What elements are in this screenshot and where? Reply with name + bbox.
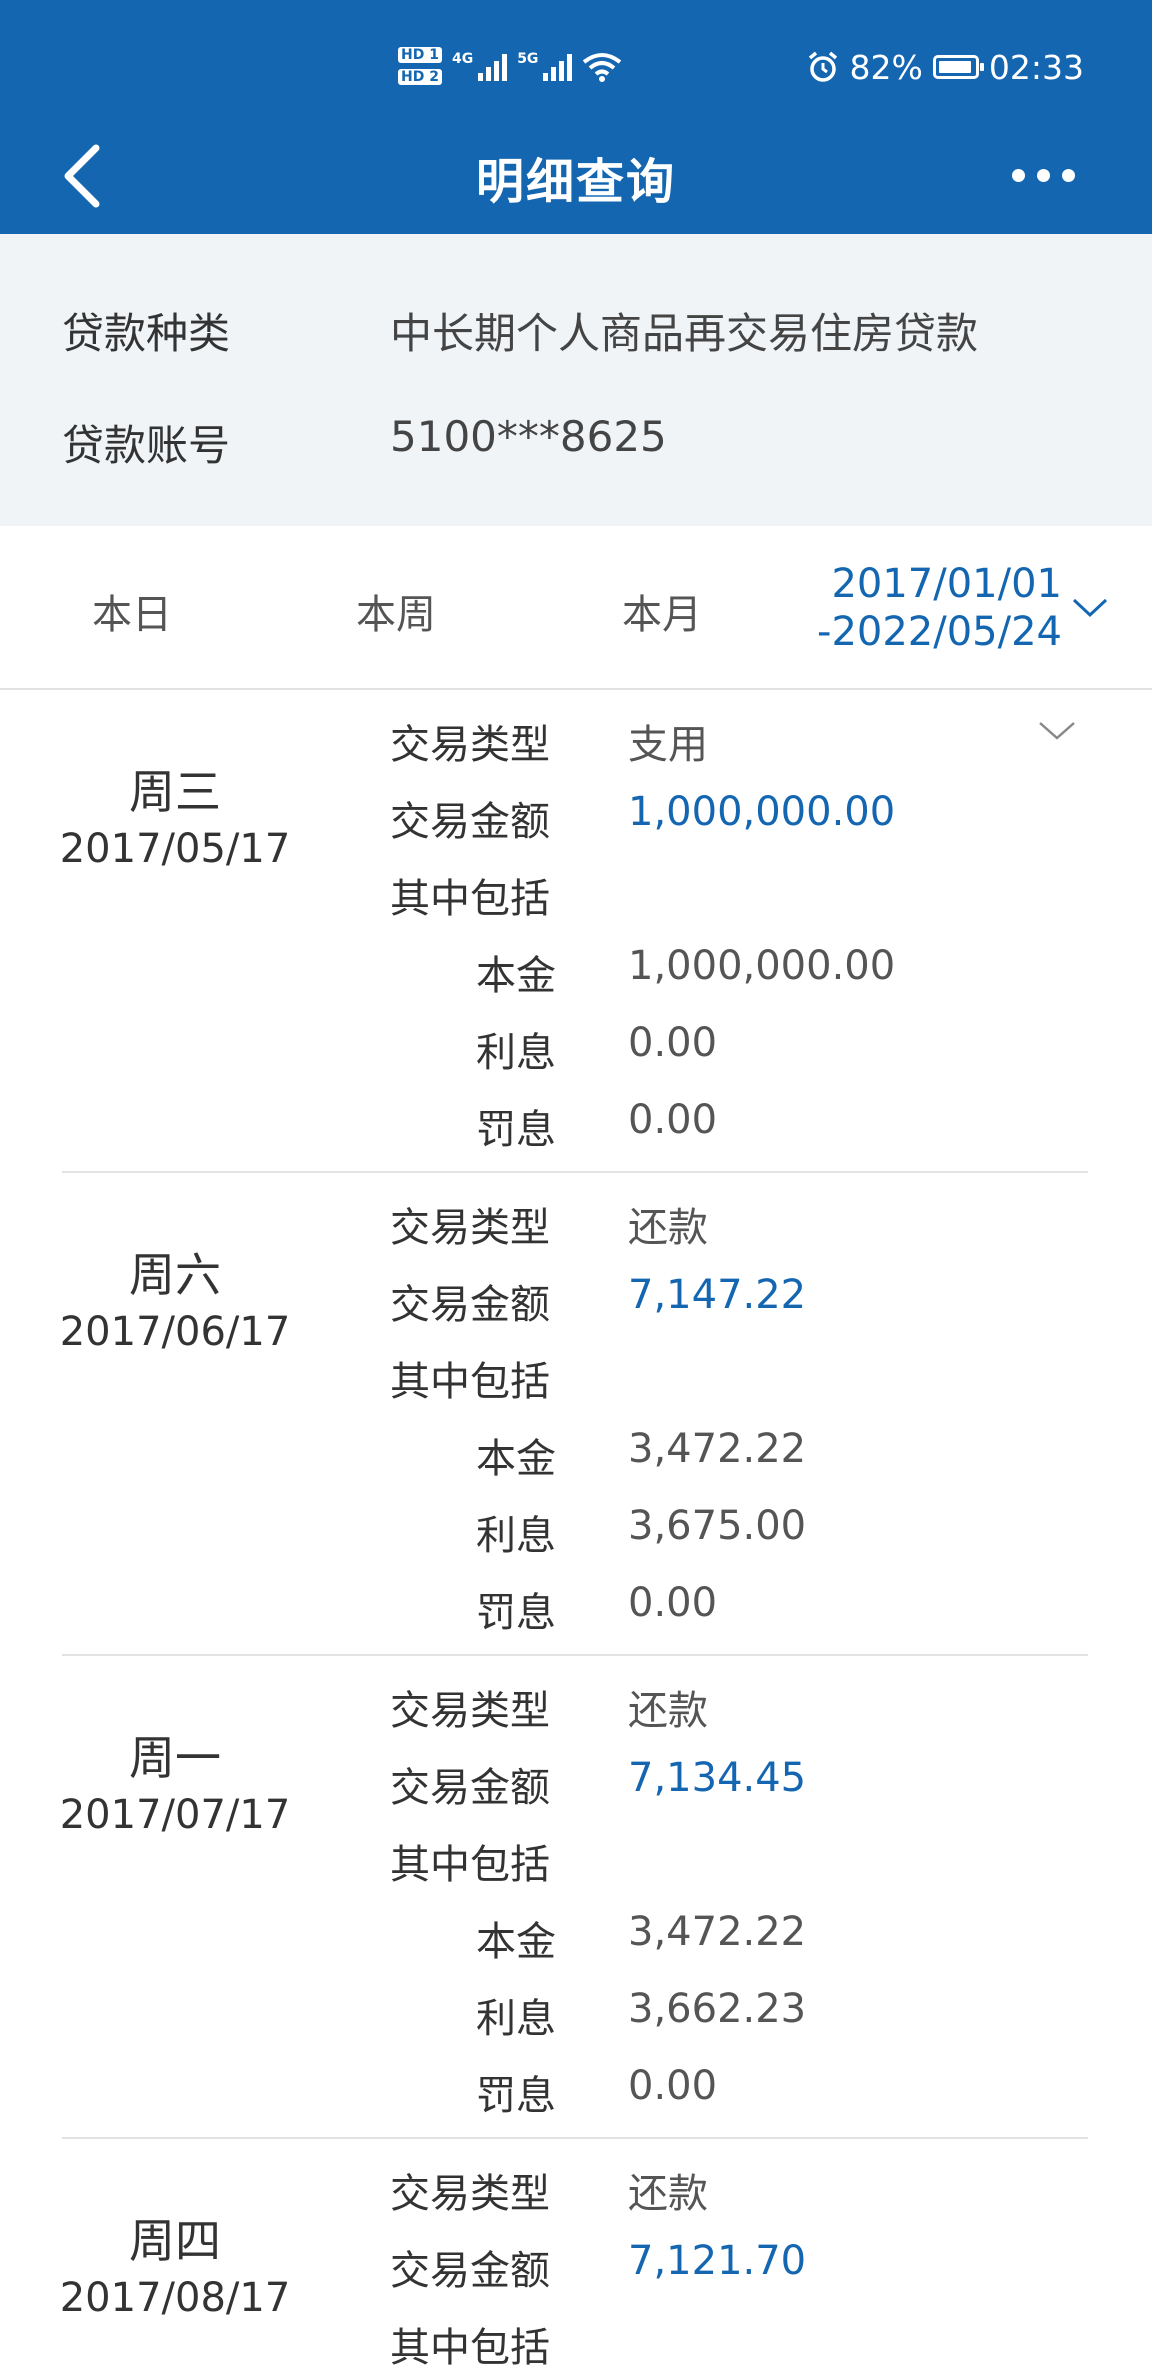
type-value: 还款 (628, 2171, 708, 2217)
loan-type-value: 中长期个人商品再交易住房贷款 (390, 309, 979, 358)
type-label: 交易类型 (390, 2171, 550, 2217)
tab-today[interactable]: 本日 (92, 582, 172, 640)
type-label: 交易类型 (390, 722, 550, 768)
includes-label: 其中包括 (390, 1359, 550, 1405)
interest-value: 3,675.00 (628, 1503, 807, 1549)
includes-label: 其中包括 (390, 876, 550, 922)
amount-value: 1,000,000.00 (628, 789, 896, 835)
principal-label: 本金 (476, 1436, 556, 1482)
date-range-selector[interactable]: 2017/01/01 -2022/05/24 (817, 560, 1108, 656)
chevron-down-icon (1072, 598, 1108, 618)
chevron-down-icon[interactable] (1038, 720, 1076, 742)
transaction-record[interactable]: 周四 2017/08/17 交易类型 还款 交易金额 7,121.70 其中包括 (0, 2139, 1152, 2376)
principal-label: 本金 (476, 953, 556, 999)
amount-label: 交易金额 (390, 2248, 550, 2294)
status-bar: HD 1 HD 2 4G 5G 82% 02:33 (0, 0, 1152, 135)
loan-account-label: 贷款账号 (62, 421, 231, 470)
penalty-label: 罚息 (476, 2073, 556, 2119)
status-right: 82% 02:33 (806, 44, 1084, 90)
transaction-record[interactable]: 周一 2017/07/17 交易类型 还款 交易金额 7,134.45 其中包括… (0, 1656, 1152, 2139)
loan-info-panel: 贷款种类 中长期个人商品再交易住房贷款 贷款账号 5100***8625 (0, 234, 1152, 526)
principal-value: 3,472.22 (628, 1426, 807, 1472)
more-icon (1011, 168, 1075, 182)
includes-label: 其中包括 (390, 1842, 550, 1888)
penalty-value: 0.00 (628, 2063, 718, 2109)
alarm-icon (808, 51, 837, 82)
range-end: -2022/05/24 (817, 609, 1062, 655)
amount-label: 交易金额 (390, 1765, 550, 1811)
amount-label: 交易金额 (390, 799, 550, 845)
loan-account-value: 5100***8625 (390, 412, 667, 461)
interest-label: 利息 (476, 1513, 556, 1559)
hd1-badge: HD 1 (398, 47, 442, 63)
type-value: 还款 (628, 1205, 708, 1251)
transaction-record[interactable]: 周三 2017/05/17 交易类型 支用 交易金额 1,000,000.00 … (0, 690, 1152, 1173)
includes-label: 其中包括 (390, 2325, 550, 2371)
penalty-label: 罚息 (476, 1590, 556, 1636)
amount-value: 7,121.70 (628, 2238, 807, 2284)
signal-icon: 4G (451, 51, 508, 81)
loan-account-row: 贷款账号 5100***8625 (0, 402, 1152, 472)
tab-this-week[interactable]: 本周 (356, 582, 436, 640)
clock: 02:33 (988, 47, 1084, 87)
amount-value: 7,134.45 (628, 1755, 807, 1801)
record-date: 2017/05/17 (59, 826, 291, 872)
app-header: HD 1 HD 2 4G 5G 82% 02:33 明细查询 (0, 0, 1152, 234)
penalty-value: 0.00 (628, 1580, 718, 1626)
principal-value: 3,472.22 (628, 1909, 807, 1955)
transaction-record[interactable]: 周六 2017/06/17 交易类型 还款 交易金额 7,147.22 其中包括… (0, 1173, 1152, 1656)
title-bar: 明细查询 (0, 120, 1152, 234)
tab-this-month[interactable]: 本月 (622, 582, 702, 640)
interest-value: 0.00 (628, 1020, 718, 1066)
record-date: 2017/08/17 (59, 2275, 291, 2321)
battery-icon (932, 55, 984, 79)
interest-label: 利息 (476, 1030, 556, 1076)
record-date: 2017/06/17 (59, 1309, 291, 1355)
hd2-badge: HD 2 (398, 69, 442, 85)
record-weekday: 周三 (129, 765, 221, 819)
date-range-text: 2017/01/01 -2022/05/24 (817, 560, 1062, 656)
penalty-label: 罚息 (476, 1107, 556, 1153)
record-date: 2017/07/17 (59, 1792, 291, 1838)
loan-type-label: 贷款种类 (62, 309, 231, 358)
amount-label: 交易金额 (390, 1282, 550, 1328)
type-label: 交易类型 (390, 1205, 550, 1251)
interest-value: 3,662.23 (628, 1986, 807, 2032)
type-value: 支用 (628, 722, 708, 768)
principal-value: 1,000,000.00 (628, 943, 896, 989)
penalty-value: 0.00 (628, 1097, 718, 1143)
net2-label: 5G (517, 51, 539, 67)
record-weekday: 周六 (129, 1248, 221, 1302)
signal-icon: 5G (517, 51, 573, 81)
hd-badges: HD 1 HD 2 (398, 47, 442, 85)
loan-type-row: 贷款种类 中长期个人商品再交易住房贷款 (0, 290, 1152, 360)
date-filter-bar: 本日 本周 本月 2017/01/01 -2022/05/24 (0, 526, 1152, 690)
net1-label: 4G (451, 51, 474, 67)
amount-value: 7,147.22 (628, 1272, 807, 1318)
record-weekday: 周一 (129, 1731, 221, 1785)
principal-label: 本金 (476, 1919, 556, 1965)
type-value: 还款 (628, 1688, 708, 1734)
wifi-icon (583, 53, 622, 82)
battery-percent: 82% (849, 47, 923, 87)
network-indicators: HD 1 HD 2 4G 5G (398, 38, 622, 94)
page-title: 明细查询 (475, 154, 676, 210)
type-label: 交易类型 (390, 1688, 550, 1734)
interest-label: 利息 (476, 1996, 556, 2042)
more-button[interactable] (988, 150, 1098, 200)
record-weekday: 周四 (129, 2214, 221, 2268)
range-start: 2017/01/01 (831, 561, 1062, 607)
